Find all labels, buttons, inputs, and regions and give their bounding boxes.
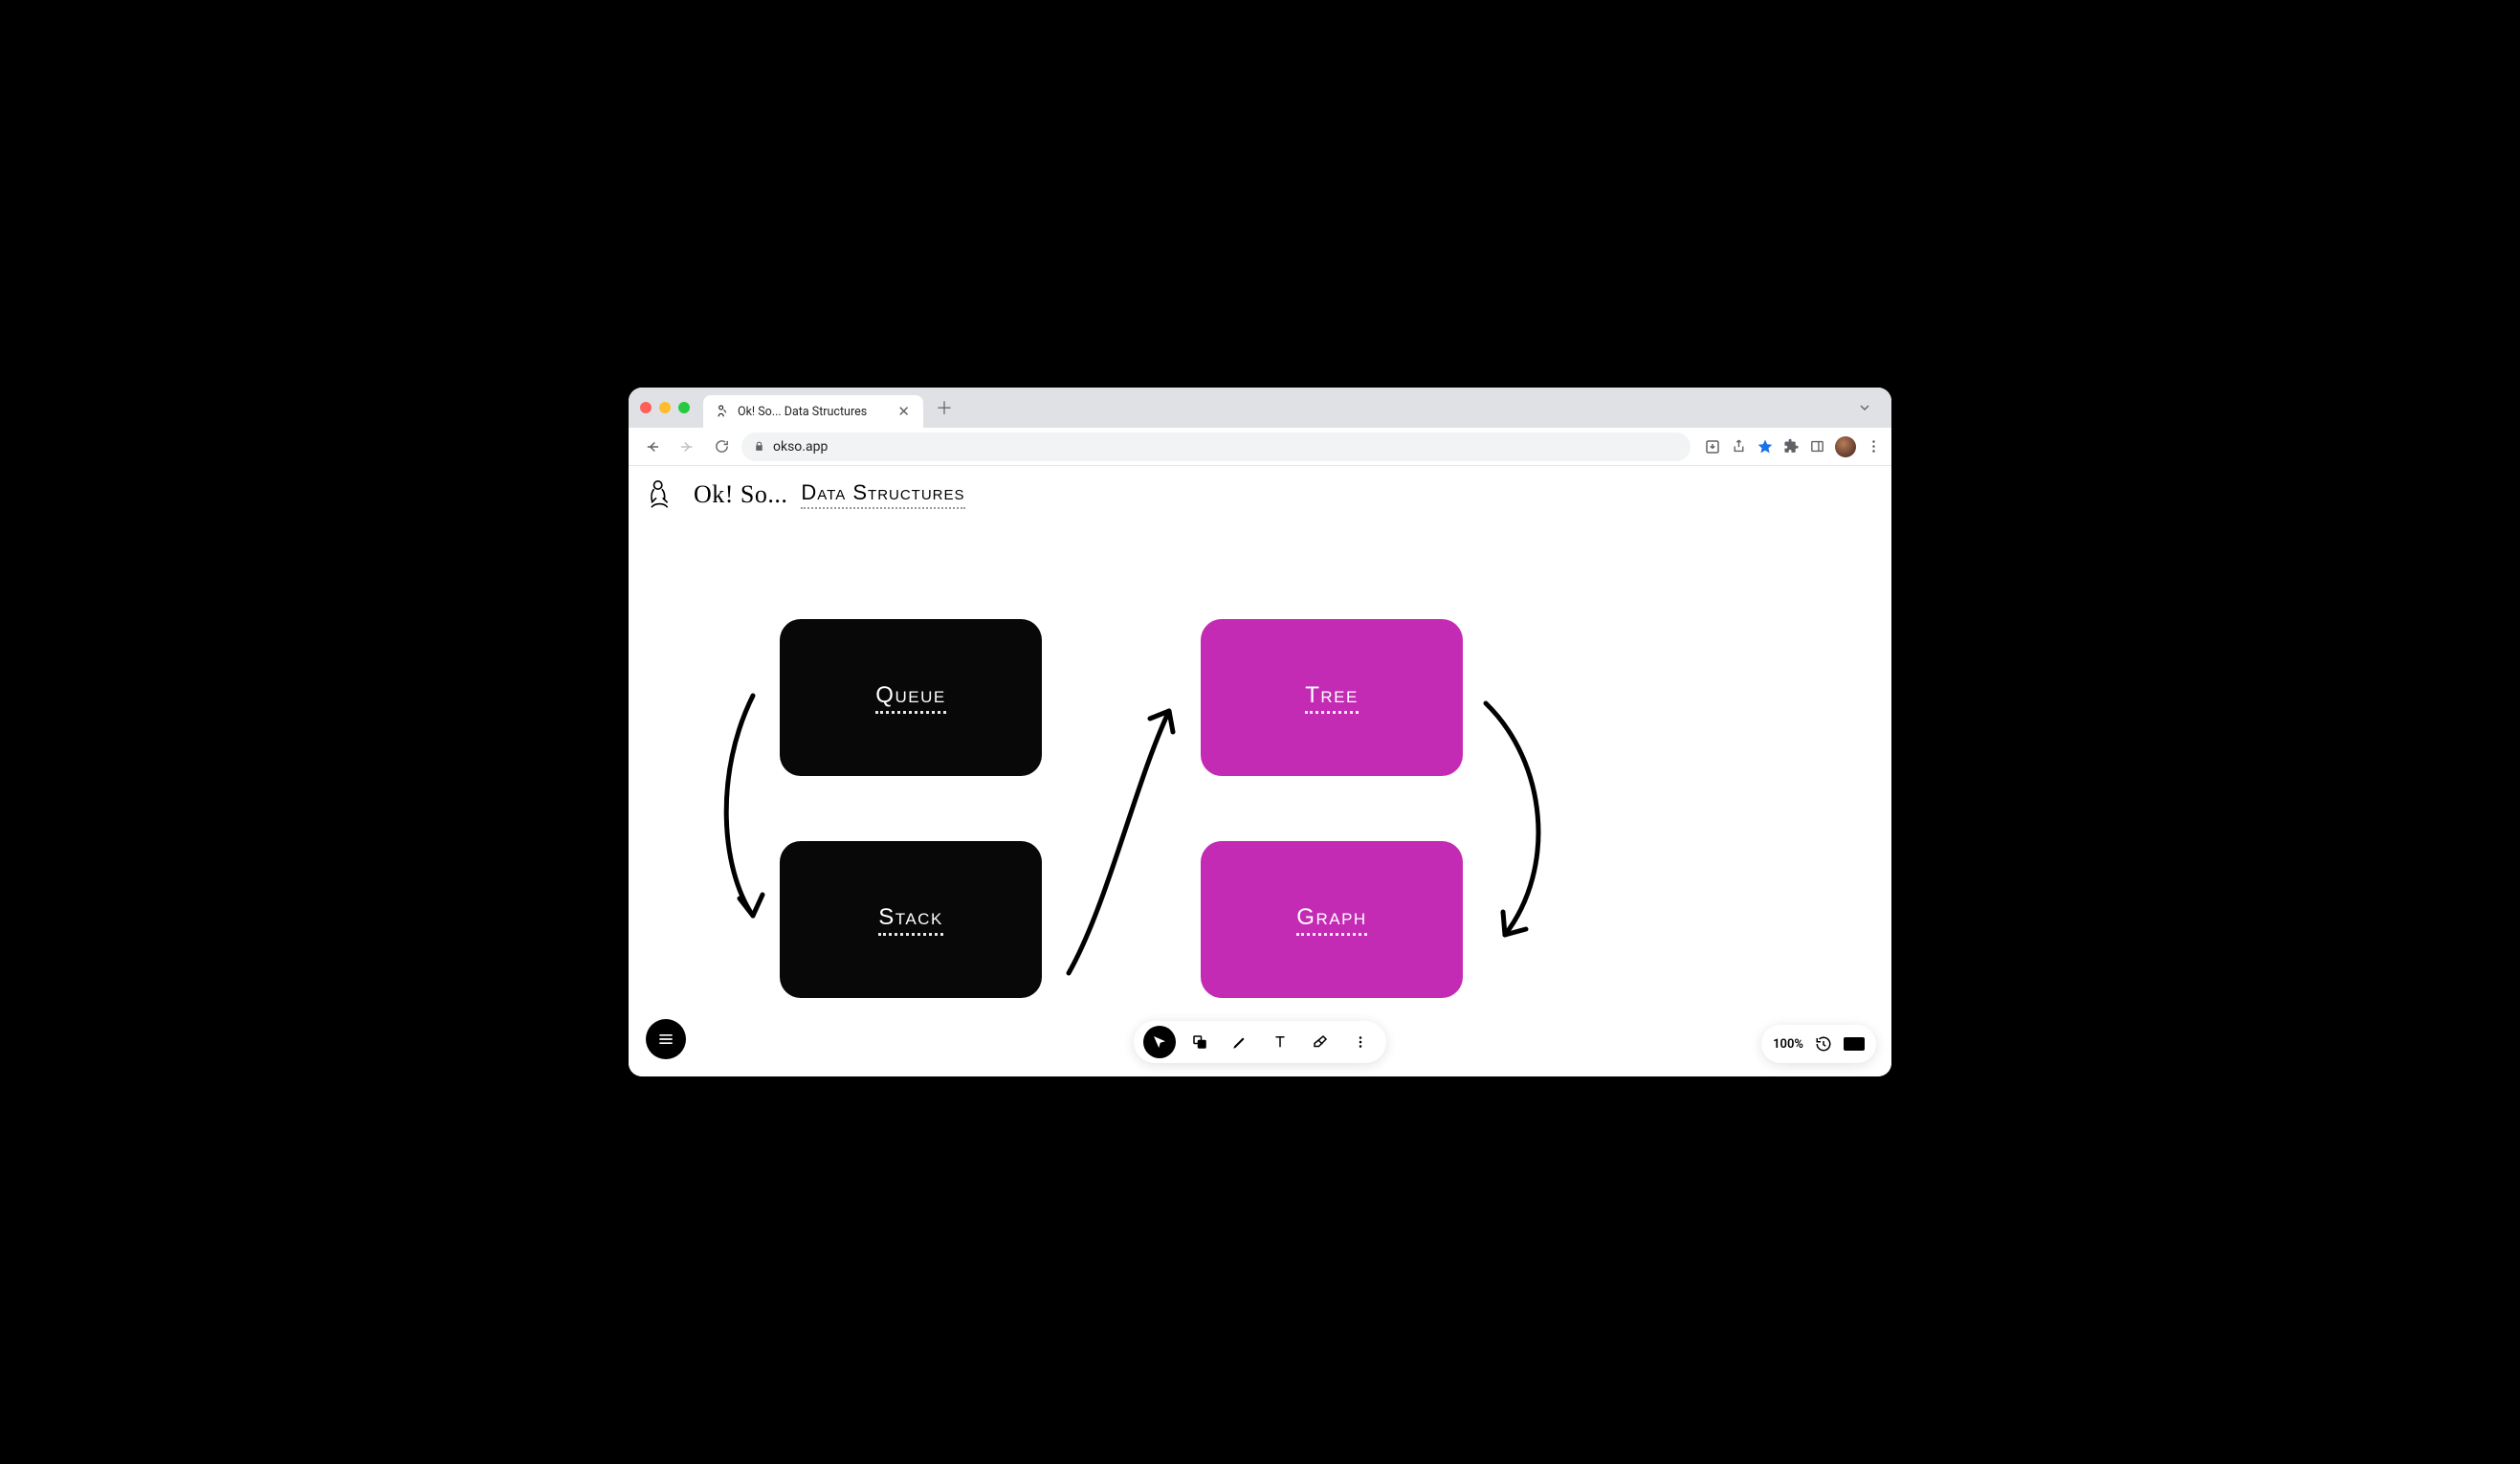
address-bar[interactable]: okso.app (741, 433, 1691, 461)
app-brand-text: Ok! So... (694, 480, 787, 509)
extensions-icon[interactable] (1783, 438, 1800, 455)
tab-title: Ok! So... Data Structures (738, 405, 888, 419)
main-menu-button[interactable] (646, 1019, 686, 1059)
tabs-dropdown-button[interactable] (1849, 396, 1880, 419)
lock-icon (753, 440, 765, 453)
node-stack[interactable]: Stack (780, 841, 1042, 998)
pen-tool[interactable] (1224, 1026, 1256, 1058)
zoom-cluster: 100% (1761, 1025, 1876, 1063)
side-panel-icon[interactable] (1809, 438, 1825, 455)
node-label: Queue (875, 682, 945, 714)
toolbar-right (1704, 436, 1882, 457)
more-tools-button[interactable] (1344, 1026, 1377, 1058)
share-icon[interactable] (1731, 438, 1747, 455)
node-label: Tree (1305, 682, 1359, 714)
maximize-window-button[interactable] (678, 402, 690, 413)
app-header: Ok! So... Data Structures (642, 476, 965, 514)
forward-button[interactable] (673, 433, 701, 461)
install-app-icon[interactable] (1704, 438, 1721, 455)
tab-strip: Ok! So... Data Structures ✕ ＋ (629, 388, 1891, 428)
node-tree[interactable]: Tree (1201, 619, 1463, 776)
window-controls (640, 402, 690, 413)
browser-tab[interactable]: Ok! So... Data Structures ✕ (703, 395, 923, 428)
select-tool[interactable] (1143, 1026, 1176, 1058)
app-canvas[interactable]: Ok! So... Data Structures Queue Stack Tr… (629, 466, 1891, 1076)
history-icon[interactable] (1815, 1035, 1832, 1053)
close-window-button[interactable] (640, 402, 652, 413)
profile-avatar[interactable] (1835, 436, 1856, 457)
eraser-tool[interactable] (1304, 1026, 1337, 1058)
tab-favicon (715, 404, 730, 419)
color-swatch[interactable] (1844, 1037, 1865, 1051)
node-label: Stack (878, 904, 943, 936)
new-tab-button[interactable]: ＋ (931, 394, 958, 421)
browser-menu-icon[interactable] (1866, 438, 1882, 455)
node-queue[interactable]: Queue (780, 619, 1042, 776)
url-text: okso.app (773, 439, 828, 455)
text-tool[interactable] (1264, 1026, 1296, 1058)
zoom-level[interactable]: 100% (1773, 1037, 1803, 1052)
tool-tray (1134, 1021, 1386, 1063)
minimize-window-button[interactable] (659, 402, 671, 413)
browser-toolbar: okso.app (629, 428, 1891, 466)
bookmark-star-icon[interactable] (1757, 438, 1774, 455)
app-logo[interactable] (642, 476, 680, 514)
shape-tool[interactable] (1183, 1026, 1216, 1058)
browser-window: Ok! So... Data Structures ✕ ＋ okso.app (629, 388, 1891, 1076)
reload-button[interactable] (707, 433, 736, 461)
back-button[interactable] (638, 433, 667, 461)
tab-close-button[interactable]: ✕ (895, 403, 912, 420)
document-title[interactable]: Data Structures (801, 480, 964, 509)
node-graph[interactable]: Graph (1201, 841, 1463, 998)
node-label: Graph (1296, 904, 1366, 936)
